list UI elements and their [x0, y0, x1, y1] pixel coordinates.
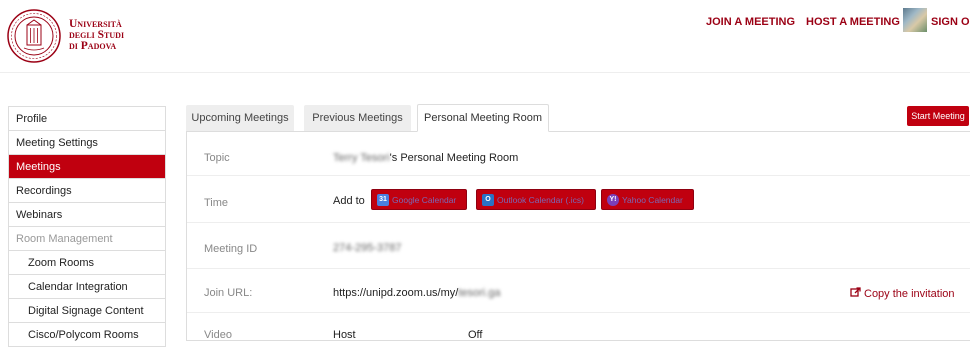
university-name-line-3: di Padova	[69, 40, 117, 52]
topic-suffix: 's Personal Meeting Room	[389, 152, 519, 164]
google-calendar-button[interactable]: 31 Google Calendar	[371, 189, 467, 210]
topic-value: Terry Tesori's Personal Meeting Room	[333, 152, 518, 164]
time-label: Time	[204, 197, 229, 209]
top-header: Università degli Studi di Padova JOIN A …	[0, 0, 970, 73]
video-host-value: Off	[468, 329, 483, 341]
sidebar-item-recordings[interactable]: Recordings	[9, 179, 165, 203]
sidebar-item-digital-signage[interactable]: Digital Signage Content	[9, 299, 165, 323]
meeting-id-label: Meeting ID	[204, 243, 258, 255]
google-calendar-icon: 31	[377, 194, 389, 206]
external-link-icon	[850, 287, 861, 297]
copy-invitation-link[interactable]: Copy the invitation	[850, 287, 955, 300]
avatar[interactable]	[903, 8, 927, 32]
sidebar-item-profile[interactable]: Profile	[9, 107, 165, 131]
join-url-label: Join URL:	[204, 287, 253, 299]
sidebar-item-cisco-polycom[interactable]: Cisco/Polycom Rooms	[9, 323, 165, 347]
outlook-calendar-label: Outlook Calendar (.ics)	[497, 195, 584, 205]
outlook-calendar-button[interactable]: O Outlook Calendar (.ics)	[476, 189, 596, 210]
sidebar-item-meeting-settings[interactable]: Meeting Settings	[9, 131, 165, 155]
tab-upcoming-meetings[interactable]: Upcoming Meetings	[186, 105, 294, 132]
sidebar-item-meetings[interactable]: Meetings	[9, 155, 165, 179]
video-row: Video Host Off	[187, 313, 970, 353]
time-row: Time Add to 31 Google Calendar O Outlook…	[187, 176, 970, 223]
sidebar-item-webinars[interactable]: Webinars	[9, 203, 165, 227]
meeting-id-number: 274-295-3787	[333, 242, 402, 254]
sign-out-link[interactable]: SIGN OUT	[931, 16, 970, 28]
add-to-label: Add to	[333, 195, 365, 207]
outlook-calendar-icon: O	[482, 194, 494, 206]
university-name: Università degli Studi di Padova	[69, 18, 124, 52]
video-host-label: Host	[333, 329, 356, 341]
yahoo-calendar-label: Yahoo Calendar	[622, 195, 683, 205]
host-meeting-menu[interactable]: HOST A MEETING▼	[806, 16, 911, 28]
sidebar-nav: Profile Meeting Settings Meetings Record…	[8, 106, 166, 347]
topic-owner-name: Terry Tesori	[333, 152, 390, 164]
sidebar-item-zoom-rooms[interactable]: Zoom Rooms	[9, 251, 165, 275]
join-url-personal-id: tesori.ga	[458, 287, 501, 299]
yahoo-calendar-icon: Y!	[607, 194, 619, 206]
sidebar-heading-room-management: Room Management	[9, 227, 165, 251]
meeting-id-value: 274-295-3787	[333, 242, 402, 254]
tab-previous-meetings[interactable]: Previous Meetings	[304, 105, 411, 132]
start-meeting-button[interactable]: Start Meeting	[907, 106, 969, 126]
join-meeting-link[interactable]: JOIN A MEETING	[706, 16, 795, 28]
join-url-value[interactable]: https://unipd.zoom.us/my/tesori.ga	[333, 287, 501, 299]
topic-label: Topic	[204, 152, 230, 164]
copy-invitation-label: Copy the invitation	[864, 288, 955, 300]
meeting-id-row: Meeting ID 274-295-3787	[187, 223, 970, 269]
video-label: Video	[204, 329, 232, 341]
meeting-details-panel: Topic Terry Tesori's Personal Meeting Ro…	[186, 131, 970, 341]
google-calendar-label: Google Calendar	[392, 195, 457, 205]
yahoo-calendar-button[interactable]: Y! Yahoo Calendar	[601, 189, 694, 210]
tab-personal-meeting-room[interactable]: Personal Meeting Room	[417, 104, 549, 132]
sidebar-item-calendar-integration[interactable]: Calendar Integration	[9, 275, 165, 299]
university-seal-logo[interactable]	[6, 8, 62, 64]
topic-row: Topic Terry Tesori's Personal Meeting Ro…	[187, 132, 970, 176]
join-url-prefix: https://unipd.zoom.us/my/	[333, 287, 459, 299]
add-to-calendar: Add to 31 Google Calendar O Outlook Cale…	[333, 189, 694, 210]
host-meeting-label: HOST A MEETING	[806, 16, 900, 28]
join-url-row: Join URL: https://unipd.zoom.us/my/tesor…	[187, 269, 970, 313]
